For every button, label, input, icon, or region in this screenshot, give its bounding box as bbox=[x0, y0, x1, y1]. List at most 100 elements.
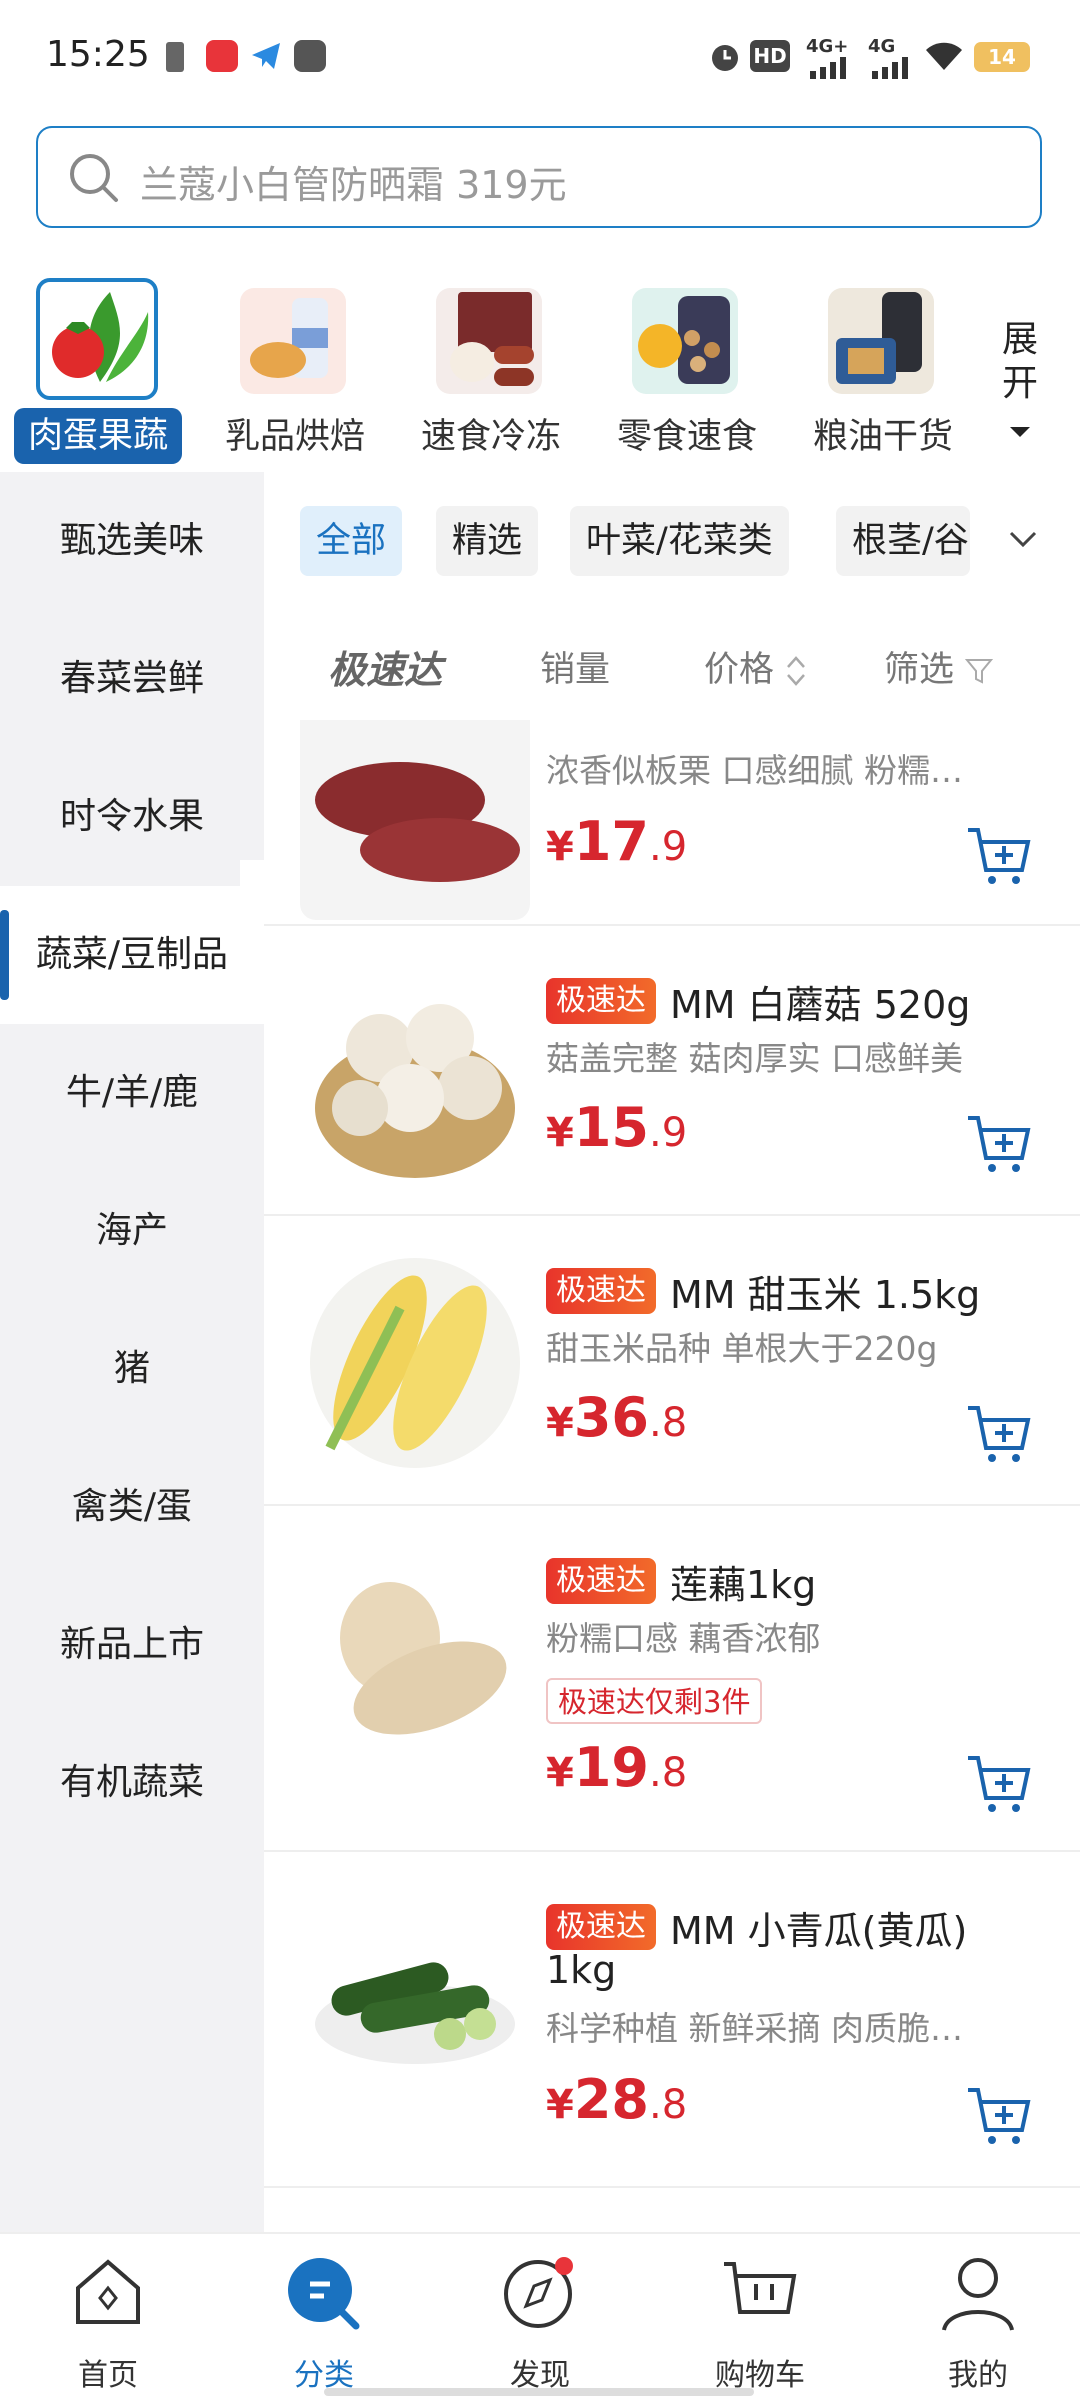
product-title-line2: 1kg bbox=[546, 1948, 617, 1992]
nav-item-active[interactable]: 蔬菜/豆制品 bbox=[0, 886, 264, 1024]
tab-home[interactable]: 首页 bbox=[38, 2254, 178, 2394]
category-label: 肉蛋果蔬 bbox=[14, 408, 182, 464]
product-card[interactable]: 极速达 MM 白蘑菇 520g 菇盖完整 菇肉厚实 口感鲜美 ¥15.9 bbox=[264, 926, 1080, 1216]
tab-profile[interactable]: 我的 bbox=[908, 2254, 1048, 2394]
profile-icon bbox=[942, 2258, 1014, 2331]
product-desc: 科学种植 新鲜采摘 肉质脆… bbox=[546, 2009, 963, 2048]
status-time: 15:25 bbox=[46, 34, 150, 75]
price-integer: 15 bbox=[573, 1096, 649, 1159]
telegram-icon bbox=[250, 40, 282, 76]
nav-item[interactable]: 时令水果 bbox=[0, 748, 264, 886]
expand-categories-button[interactable]: 展 开 bbox=[990, 318, 1050, 450]
product-desc: 甜玉米品种 单根大于220g bbox=[546, 1329, 938, 1368]
price-decimal: .8 bbox=[649, 1400, 688, 1446]
add-to-cart-icon[interactable] bbox=[964, 2084, 1034, 2148]
fast-delivery-tag: 极速达 bbox=[546, 978, 656, 1024]
expand-label-2: 开 bbox=[1001, 363, 1038, 404]
product-price: ¥19.8 bbox=[546, 1736, 687, 1799]
cart-icon bbox=[724, 2262, 797, 2314]
chip-selected[interactable]: 精选 bbox=[436, 506, 539, 576]
sort-filter[interactable]: 筛选 bbox=[884, 640, 994, 700]
nav-item[interactable]: 海产 bbox=[0, 1162, 264, 1300]
product-card[interactable]: 极速达 莲藕1kg 粉糯口感 藕香浓郁 极速达仅剩3件 ¥19.8 bbox=[264, 1506, 1080, 1852]
product-title: MM 甜玉米 1.5kg bbox=[670, 1273, 981, 1317]
filter-icon bbox=[965, 659, 994, 684]
add-to-cart-icon[interactable] bbox=[964, 1752, 1034, 1816]
grain-oil-icon bbox=[828, 288, 934, 394]
product-price: ¥36.8 bbox=[546, 1386, 687, 1449]
nav-item[interactable]: 禽类/蛋 bbox=[0, 1438, 264, 1576]
product-list: 浓香似板栗 口感细腻 粉糯… ¥17.9 极速达 MM 白蘑菇 520g 菇盖完… bbox=[264, 720, 1080, 2230]
dairy-icon bbox=[240, 288, 346, 394]
battery-icon: 14 bbox=[974, 42, 1030, 72]
add-to-cart-icon[interactable] bbox=[964, 1112, 1034, 1176]
nav-item[interactable]: 有机蔬菜 bbox=[0, 1714, 264, 1852]
chevron-down-icon[interactable] bbox=[1008, 530, 1038, 550]
sort-sales[interactable]: 销量 bbox=[540, 640, 610, 700]
product-desc: 菇盖完整 菇肉厚实 口感鲜美 bbox=[546, 1039, 963, 1078]
tab-cart[interactable]: 购物车 bbox=[690, 2254, 830, 2394]
nav-corner bbox=[240, 860, 264, 886]
snacks-icon bbox=[632, 288, 738, 394]
wifi-icon bbox=[924, 40, 964, 76]
network-label-2: 4G bbox=[868, 36, 896, 57]
tab-label: 首页 bbox=[78, 2358, 138, 2393]
chip-all[interactable]: 全部 bbox=[300, 506, 403, 576]
product-desc: 浓香似板栗 口感细腻 粉糯… bbox=[546, 751, 963, 790]
nav-item[interactable]: 牛/羊/鹿 bbox=[0, 1024, 264, 1162]
status-bar: 15:25 HD 4G+ 4G 14 bbox=[0, 0, 1080, 110]
currency-symbol: ¥ bbox=[546, 1110, 574, 1156]
category-label: 乳品烘焙 bbox=[224, 417, 365, 457]
sim-icon bbox=[166, 42, 184, 72]
category-quick-frozen[interactable]: 速食冷冻 bbox=[396, 272, 586, 472]
active-indicator bbox=[0, 910, 9, 1000]
home-icon bbox=[76, 2259, 140, 2324]
category-meat-eggs-fruits-veg[interactable]: 肉蛋果蔬 bbox=[0, 272, 190, 472]
fast-delivery-tag: 极速达 bbox=[546, 1268, 656, 1314]
search-placeholder: 兰蔻小白管防晒霜 319元 bbox=[140, 163, 567, 207]
currency-symbol: ¥ bbox=[546, 824, 574, 870]
stock-warning-badge: 极速达仅剩3件 bbox=[546, 1678, 763, 1724]
frozen-food-icon bbox=[436, 288, 542, 394]
sort-arrows-icon bbox=[787, 656, 806, 686]
mushroom-image bbox=[300, 958, 530, 1188]
search-bar[interactable]: 兰蔻小白管防晒霜 319元 bbox=[36, 126, 1042, 228]
price-integer: 36 bbox=[573, 1386, 649, 1449]
category-search-icon bbox=[288, 2258, 360, 2330]
nav-item[interactable]: 春菜尝鲜 bbox=[0, 610, 264, 748]
compass-icon bbox=[504, 2257, 573, 2328]
sort-fast-delivery[interactable]: 极速达 bbox=[328, 640, 442, 700]
price-decimal: .9 bbox=[649, 1110, 688, 1156]
product-card[interactable]: 极速达 MM 小青瓜(黄瓜) 1kg 科学种植 新鲜采摘 肉质脆… ¥28.8 bbox=[264, 1852, 1080, 2188]
category-dairy-baking[interactable]: 乳品烘焙 bbox=[200, 272, 390, 472]
battery-level: 14 bbox=[988, 45, 1016, 69]
fast-delivery-tag: 极速达 bbox=[546, 1558, 656, 1604]
add-to-cart-icon[interactable] bbox=[964, 1402, 1034, 1466]
product-card[interactable]: 浓香似板栗 口感细腻 粉糯… ¥17.9 bbox=[264, 720, 1080, 926]
chip-roots[interactable]: 根茎/谷 bbox=[836, 506, 970, 576]
nav-item[interactable]: 新品上市 bbox=[0, 1576, 264, 1714]
price-decimal: .8 bbox=[649, 2082, 688, 2128]
tab-discover[interactable]: 发现 bbox=[470, 2254, 610, 2394]
product-price: ¥15.9 bbox=[546, 1096, 687, 1159]
search-icon bbox=[70, 154, 118, 202]
home-indicator bbox=[324, 2388, 754, 2396]
vegetables-icon bbox=[36, 278, 158, 400]
nav-item[interactable]: 甄选美味 bbox=[0, 472, 264, 610]
category-grain-oil[interactable]: 粮油干货 bbox=[788, 272, 978, 472]
price-decimal: .9 bbox=[649, 824, 688, 870]
signal-4g-icon: 4G bbox=[868, 36, 912, 79]
chip-leafy-veg[interactable]: 叶菜/花菜类 bbox=[570, 506, 789, 576]
product-title: MM 白蘑菇 520g bbox=[670, 983, 971, 1027]
expand-label-1: 展 bbox=[1001, 319, 1038, 360]
nav-item[interactable]: 猪 bbox=[0, 1300, 264, 1438]
alarm-icon bbox=[708, 40, 742, 78]
price-integer: 17 bbox=[573, 810, 649, 873]
cucumber-image bbox=[300, 1884, 530, 2114]
price-decimal: .8 bbox=[649, 1750, 688, 1796]
product-card[interactable]: 极速达 MM 甜玉米 1.5kg 甜玉米品种 单根大于220g ¥36.8 bbox=[264, 1216, 1080, 1506]
add-to-cart-icon[interactable] bbox=[964, 824, 1034, 888]
tab-category[interactable]: 分类 bbox=[254, 2254, 394, 2394]
category-snacks[interactable]: 零食速食 bbox=[592, 272, 782, 472]
sort-price[interactable]: 价格 bbox=[704, 640, 807, 700]
